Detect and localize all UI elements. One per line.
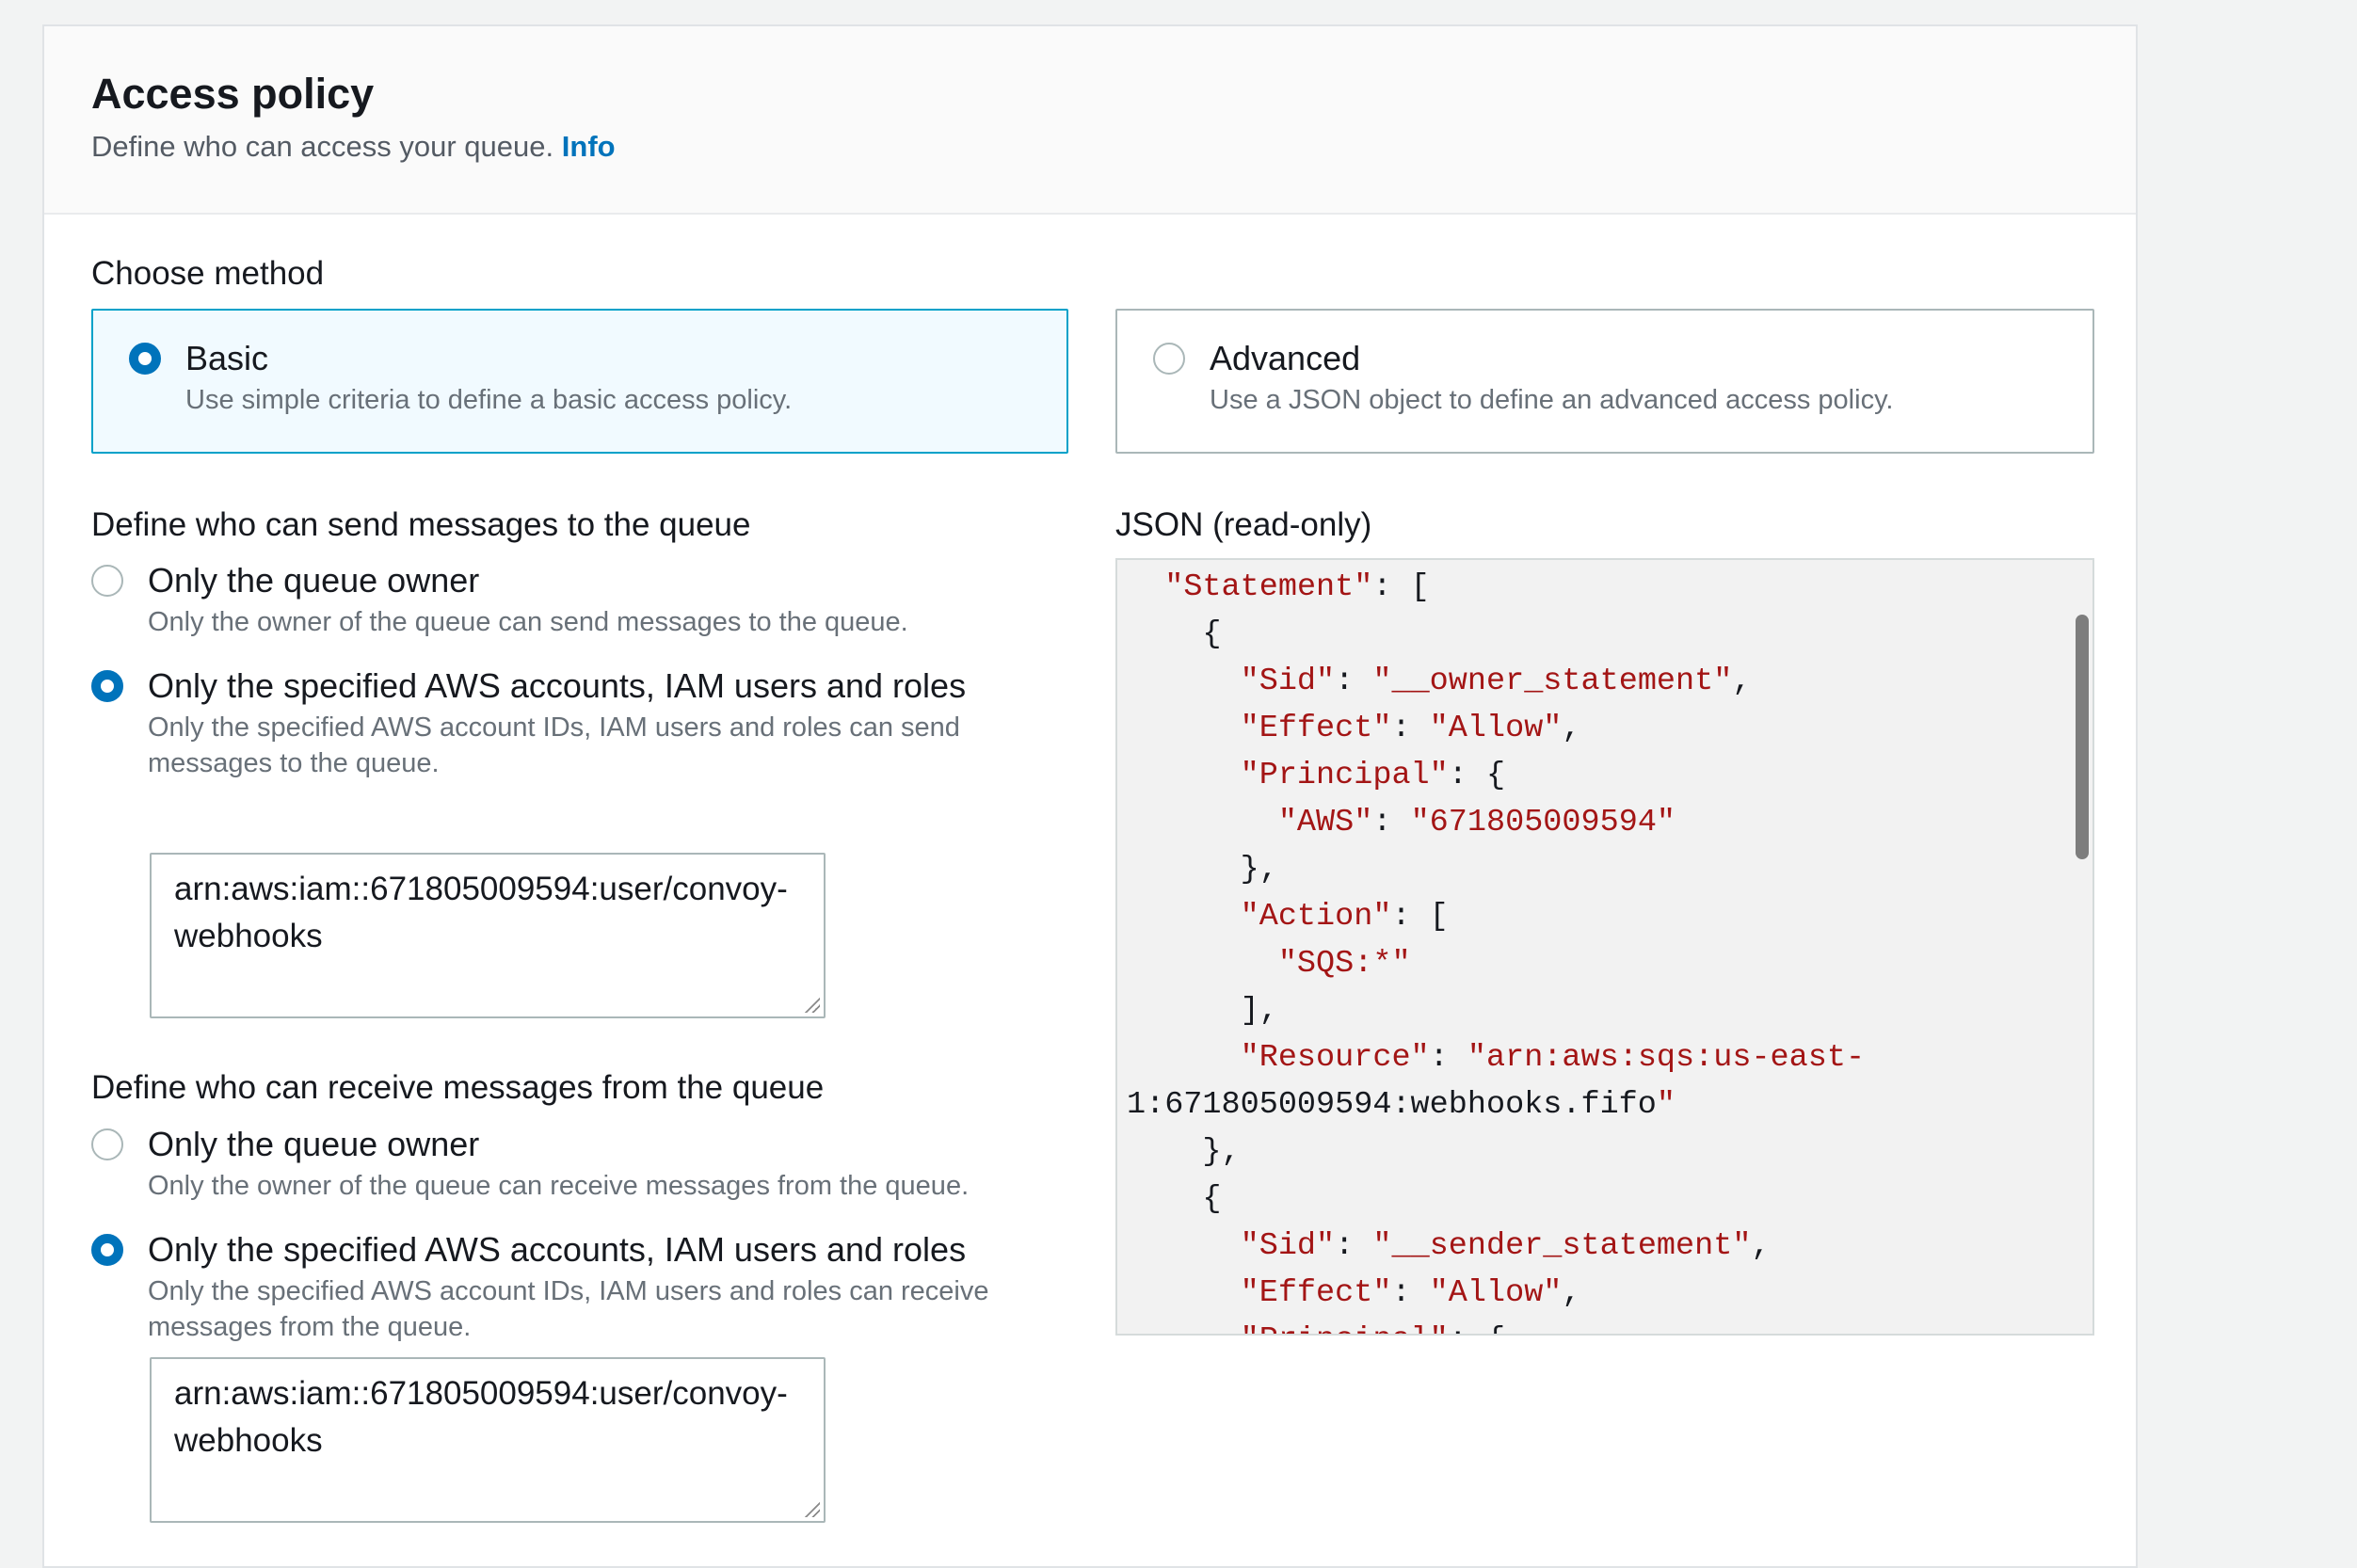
json-line: "Action": [ xyxy=(1127,899,1449,935)
send-section-label: Define who can send messages to the queu… xyxy=(91,506,750,544)
json-line: }, xyxy=(1127,852,1278,888)
method-tile-basic[interactable]: Basic Use simple criteria to define a ba… xyxy=(91,309,1068,454)
choose-method-label: Choose method xyxy=(91,255,324,293)
page-title: Access policy xyxy=(91,70,374,119)
method-tile-advanced[interactable]: Advanced Use a JSON object to define an … xyxy=(1115,309,2094,454)
panel-header: Access policy Define who can access your… xyxy=(44,26,2136,215)
basic-title: Basic xyxy=(185,339,268,378)
description-text: Define who can access your queue. xyxy=(91,130,553,163)
resize-grip-icon[interactable] xyxy=(803,1500,820,1517)
json-label: JSON (read-only) xyxy=(1115,506,1371,544)
receive-principals-value: arn:aws:iam::671805009594:user/convoy-we… xyxy=(174,1375,788,1459)
json-line: 1:671805009594:webhooks.fifo" xyxy=(1127,1087,1676,1123)
basic-radio[interactable] xyxy=(129,343,161,375)
access-policy-panel: Access policy Define who can access your… xyxy=(42,24,2138,1568)
json-line: ], xyxy=(1127,993,1278,1029)
json-line: "SQS:*" xyxy=(1127,946,1411,982)
info-link[interactable]: Info xyxy=(562,130,616,163)
json-line: { xyxy=(1127,616,1222,652)
receive-owner-description: Only the owner of the queue can receive … xyxy=(148,1168,1089,1204)
json-preview[interactable]: "Statement": [ { "Sid": "__owner_stateme… xyxy=(1115,558,2094,1336)
json-line: "Statement": [ xyxy=(1127,569,1430,605)
receive-principals-textarea[interactable]: arn:aws:iam::671805009594:user/convoy-we… xyxy=(150,1357,826,1523)
receive-owner-title: Only the queue owner xyxy=(148,1125,479,1164)
json-code: "Statement": [ { "Sid": "__owner_stateme… xyxy=(1127,564,2068,1336)
json-line: "Principal": { xyxy=(1127,758,1505,793)
json-line: "Effect": "Allow", xyxy=(1127,711,1581,746)
json-line: { xyxy=(1127,1181,1222,1217)
json-scrollbar[interactable] xyxy=(2076,615,2089,859)
receive-specified-title: Only the specified AWS accounts, IAM use… xyxy=(148,1230,966,1270)
advanced-title: Advanced xyxy=(1210,339,1360,378)
json-line: "Sid": "__sender_statement", xyxy=(1127,1228,1771,1264)
resize-grip-icon[interactable] xyxy=(803,996,820,1013)
json-line: "AWS": "671805009594" xyxy=(1127,805,1676,840)
send-specified-radio[interactable] xyxy=(91,670,123,702)
page-description: Define who can access your queue. Info xyxy=(91,130,616,164)
receive-specified-radio[interactable] xyxy=(91,1234,123,1266)
send-owner-radio[interactable] xyxy=(91,565,123,597)
json-line: }, xyxy=(1127,1134,1241,1170)
receive-section-label: Define who can receive messages from the… xyxy=(91,1069,824,1107)
json-line: "Resource": "arn:aws:sqs:us-east- xyxy=(1127,1040,1865,1076)
send-specified-title: Only the specified AWS accounts, IAM use… xyxy=(148,666,966,706)
json-line: "Effect": "Allow", xyxy=(1127,1275,1581,1311)
receive-specified-description: Only the specified AWS account IDs, IAM … xyxy=(148,1273,1051,1345)
send-owner-description: Only the owner of the queue can send mes… xyxy=(148,604,995,640)
advanced-description: Use a JSON object to define an advanced … xyxy=(1210,382,1893,418)
send-specified-description: Only the specified AWS account IDs, IAM … xyxy=(148,710,1023,781)
send-principals-value: arn:aws:iam::671805009594:user/convoy-we… xyxy=(174,871,788,954)
json-line: "Principal": { xyxy=(1127,1322,1505,1336)
advanced-radio[interactable] xyxy=(1153,343,1185,375)
receive-owner-radio[interactable] xyxy=(91,1128,123,1160)
send-principals-textarea[interactable]: arn:aws:iam::671805009594:user/convoy-we… xyxy=(150,853,826,1018)
basic-description: Use simple criteria to define a basic ac… xyxy=(185,382,792,418)
json-line: "Sid": "__owner_statement", xyxy=(1127,664,1751,699)
send-owner-title: Only the queue owner xyxy=(148,561,479,600)
